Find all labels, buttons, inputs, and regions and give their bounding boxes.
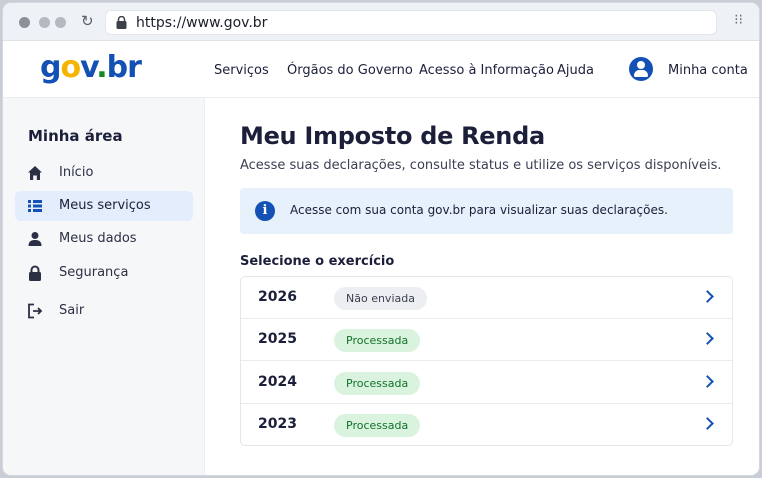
lock-icon [29, 265, 41, 281]
status-badge: Processada [334, 372, 421, 395]
browser-window: ↻ https://www.gov.br ⁝⁝ gov.br Serviços … [3, 3, 759, 475]
browser-toolbar: ↻ https://www.gov.br ⁝⁝ [3, 3, 759, 41]
sidebar-item-sair[interactable]: Sair [15, 296, 193, 326]
status-badge: Não enviada [334, 287, 427, 310]
year-list: 2026 Não enviada 2025 Processada 2024 Pr… [240, 276, 733, 446]
nav-servicos[interactable]: Serviços [214, 63, 269, 78]
lock-icon [116, 16, 127, 29]
logout-icon [28, 303, 43, 319]
status-badge: Processada [334, 329, 421, 352]
page-subtitle: Acesse suas declarações, consulte status… [240, 158, 722, 173]
nav-orgaos-do-governo[interactable]: Órgãos do Governo [287, 63, 413, 78]
sidebar-item-label: Sair [59, 303, 85, 318]
section-title: Selecione o exercício [240, 254, 395, 269]
year-label: 2023 [258, 416, 297, 432]
address-bar[interactable]: https://www.gov.br [105, 10, 717, 35]
year-label: 2026 [258, 289, 297, 305]
window-minimize-button[interactable] [39, 17, 50, 28]
sidebar-title: Minha área [28, 127, 123, 145]
home-icon [28, 166, 42, 180]
extensions-icon[interactable]: ⁝⁝ [734, 13, 743, 27]
year-row-2025[interactable]: 2025 Processada [241, 319, 732, 361]
reload-icon[interactable]: ↻ [81, 12, 94, 30]
year-row-2023[interactable]: 2023 Processada [241, 404, 732, 446]
sidebar-item-inicio[interactable]: Início [15, 158, 193, 188]
govbr-logo[interactable]: gov.br [40, 50, 142, 85]
main-content: Meu Imposto de Renda Acesse suas declara… [205, 98, 759, 475]
sidebar-item-meus-servicos[interactable]: Meus serviços [15, 191, 193, 221]
site-header: gov.br Serviços Órgãos do Governo Acesso… [3, 41, 759, 98]
status-badge: Processada [334, 414, 421, 437]
chevron-right-icon [701, 417, 714, 430]
chevron-right-icon [701, 290, 714, 303]
sidebar-item-label: Segurança [59, 265, 129, 280]
sidebar-item-seguranca[interactable]: Segurança [15, 258, 193, 288]
alert-message: Acesse com sua conta gov.br para visuali… [290, 203, 668, 217]
list-icon [28, 200, 42, 212]
window-close-button[interactable] [19, 17, 30, 28]
sidebar-item-label: Meus serviços [59, 198, 151, 213]
window-maximize-button[interactable] [55, 17, 66, 28]
person-icon [28, 232, 42, 246]
minha-conta-link[interactable]: Minha conta [668, 63, 748, 78]
sidebar-item-meus-dados[interactable]: Meus dados [15, 224, 193, 254]
url-text: https://www.gov.br [136, 15, 268, 31]
page-title: Meu Imposto de Renda [240, 122, 545, 150]
sidebar: Minha área Início Meus serviços Meus dad… [3, 98, 205, 475]
nav-acesso-a-informacao[interactable]: Acesso à Informação [419, 63, 554, 78]
user-avatar-icon[interactable] [629, 57, 653, 81]
year-label: 2024 [258, 374, 297, 390]
chevron-right-icon [701, 375, 714, 388]
year-row-2026[interactable]: 2026 Não enviada [241, 277, 732, 319]
sidebar-item-label: Início [59, 165, 94, 180]
nav-ajuda[interactable]: Ajuda [557, 63, 594, 78]
info-icon: i [255, 201, 275, 221]
year-label: 2025 [258, 331, 297, 347]
sidebar-item-label: Meus dados [59, 231, 137, 246]
year-row-2024[interactable]: 2024 Processada [241, 362, 732, 404]
info-alert: i Acesse com sua conta gov.br para visua… [240, 188, 733, 234]
chevron-right-icon [701, 332, 714, 345]
